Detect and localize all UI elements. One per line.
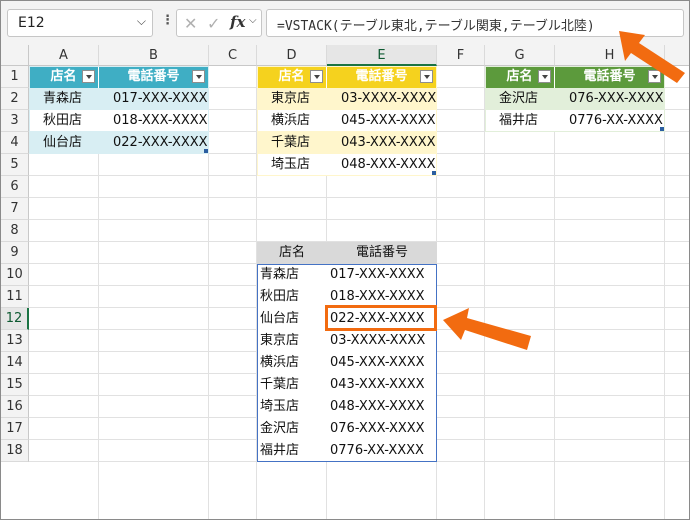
chevron-down-icon[interactable]: ⌵ — [249, 15, 257, 26]
table-resize-handle[interactable] — [432, 171, 436, 175]
row-header-6[interactable]: 6 — [1, 176, 29, 198]
table-border — [29, 66, 209, 154]
name-box[interactable]: E12 ⌵ — [7, 9, 153, 37]
column-header-f[interactable]: F — [437, 45, 485, 66]
gridline — [554, 66, 555, 519]
arrow-icon — [443, 308, 531, 350]
row-header-15[interactable]: 15 — [1, 374, 29, 396]
column-header-b[interactable]: B — [99, 45, 209, 66]
row-header-1[interactable]: 1 — [1, 66, 29, 88]
formula-text: =VSTACK(テーブル東北,テーブル関東,テーブル北陸) — [277, 19, 595, 34]
column-header-d[interactable]: D — [257, 45, 327, 66]
column-header-e[interactable]: E — [327, 45, 437, 66]
row-header-9[interactable]: 9 — [1, 242, 29, 264]
more-options-icon[interactable]: ⋮ — [161, 13, 174, 28]
row-header-10[interactable]: 10 — [1, 264, 29, 286]
row-header-16[interactable]: 16 — [1, 396, 29, 418]
cancel-icon[interactable]: ✕ — [184, 14, 197, 33]
row-header-17[interactable]: 17 — [1, 418, 29, 440]
column-header-a[interactable]: A — [29, 45, 99, 66]
gridline — [664, 66, 665, 519]
table-border — [257, 66, 437, 176]
row-header-2[interactable]: 2 — [1, 88, 29, 110]
chevron-down-icon[interactable]: ⌵ — [137, 14, 146, 29]
gridline — [484, 66, 485, 519]
row-header-11[interactable]: 11 — [1, 286, 29, 308]
row-header-14[interactable]: 14 — [1, 352, 29, 374]
gridline — [29, 219, 689, 220]
formula-buttons: ✕ ✓ fx ⌵ — [176, 9, 262, 37]
select-all-corner[interactable] — [1, 45, 29, 66]
check-icon[interactable]: ✓ — [207, 14, 220, 33]
insert-function-icon[interactable]: fx — [230, 13, 245, 31]
row-header-7[interactable]: 7 — [1, 198, 29, 220]
table-resize-handle[interactable] — [204, 149, 208, 153]
result-header-cell: 店名 — [257, 242, 327, 264]
row-header-4[interactable]: 4 — [1, 132, 29, 154]
arrow-icon — [619, 31, 685, 83]
excel-window: E12 ⌵ ⋮ ✕ ✓ fx ⌵ =VSTACK(テーブル東北,テーブル関東,テ… — [0, 0, 690, 520]
row-header-3[interactable]: 3 — [1, 110, 29, 132]
row-header-5[interactable]: 5 — [1, 154, 29, 176]
column-header-g[interactable]: G — [485, 45, 555, 66]
table-resize-handle[interactable] — [660, 127, 664, 131]
row-header-12[interactable]: 12 — [1, 308, 29, 330]
row-header-18[interactable]: 18 — [1, 440, 29, 462]
row-header-8[interactable]: 8 — [1, 220, 29, 242]
active-cell-highlight[interactable] — [325, 305, 437, 331]
gridline — [29, 197, 689, 198]
column-header-c[interactable]: C — [209, 45, 257, 66]
worksheet-grid[interactable]: A B C D E F G H 1 2 3 4 5 6 7 8 9 10 11 12 13 14 15 16 17 18 店名 電話番… — [1, 45, 689, 519]
result-header-cell: 電話番号 — [327, 242, 437, 264]
name-box-value: E12 — [18, 15, 45, 31]
spill-range-border — [257, 264, 437, 462]
row-header-13[interactable]: 13 — [1, 330, 29, 352]
formula-bar-area: E12 ⌵ ⋮ ✕ ✓ fx ⌵ =VSTACK(テーブル東北,テーブル関東,テ… — [1, 1, 689, 45]
